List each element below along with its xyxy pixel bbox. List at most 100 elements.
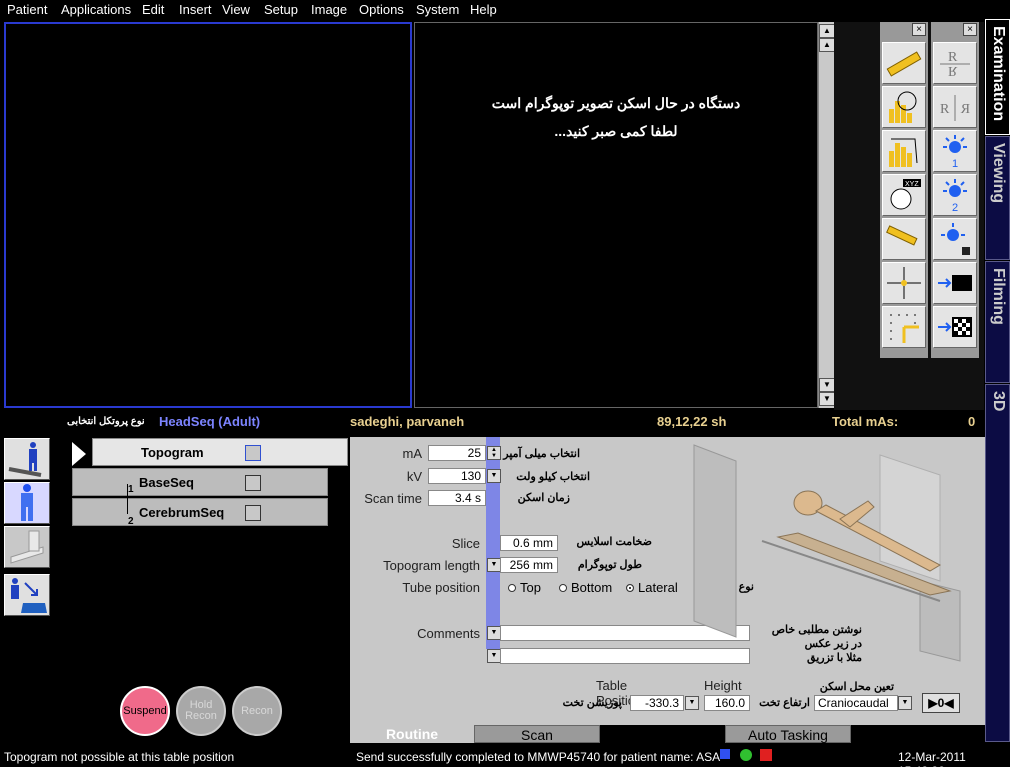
protocol-name-topogram: Topogram [141,445,204,460]
tube-position-label: Tube position [402,580,480,595]
protocol-checkbox-topogram[interactable] [245,445,261,461]
comments-dropdown-button-2[interactable]: ▼ [487,649,501,663]
light-2-icon[interactable]: 2 [933,174,977,216]
ruler-icon[interactable] [882,42,926,84]
patient-table-icon[interactable] [4,438,50,480]
topogram-length-field[interactable]: 256 mm [500,557,558,573]
crosshair-icon[interactable] [882,262,926,304]
table-position-dropdown-button[interactable]: ▼ [685,696,699,710]
menu-patient[interactable]: Patient [7,2,47,17]
scan-message-line2: لطفا کمی صبر کنید... [554,123,678,139]
suspend-button[interactable]: Suspend [120,686,170,736]
tab-filming[interactable]: Filming [985,261,1010,383]
histogram-icon[interactable] [882,130,926,172]
menu-view[interactable]: View [222,2,250,17]
viewer-scrollbar[interactable]: ▲ ▲ ▼ ▼ [818,22,835,408]
comments-dropdown-button-1[interactable]: ▼ [487,626,501,640]
svg-text:R: R [940,102,950,117]
topogram-length-dropdown-button[interactable]: ▼ [487,558,501,572]
scan-direction-dropdown-button[interactable]: ▼ [898,696,912,710]
protocol-number-2: 2 [128,516,134,527]
menu-help[interactable]: Help [470,2,497,17]
protocol-checkbox-cerebrumseq[interactable] [245,505,261,521]
image-viewport-right[interactable]: دستگاه در حال اسکن تصویر توپوگرام است لط… [414,22,818,408]
tab-routine[interactable]: Routine [350,725,474,743]
image-viewport-left[interactable] [4,22,412,408]
tab-examination-label: Examination [990,26,1007,122]
light-1-icon[interactable]: 1 [933,130,977,172]
menu-bar: Patient Applications Edit Insert View Se… [0,0,1010,19]
menu-applications[interactable]: Applications [61,2,131,17]
patient-transfer-icon[interactable] [4,574,50,616]
tab-3d[interactable]: 3D [985,384,1010,742]
scan-direction-farsi-label: تعین محل اسکن [819,681,894,693]
scroll-down-button[interactable]: ▼ [819,378,835,392]
xyz-head-icon[interactable]: XYZ [882,174,926,216]
scan-time-field: 3.4 s [428,490,486,506]
tab-scan[interactable]: Scan [474,725,600,743]
scanner-gantry-icon[interactable] [4,526,50,568]
table-position-field[interactable]: -330.3 [630,695,684,711]
menu-system[interactable]: System [416,2,459,17]
tab-examination[interactable]: Examination [985,19,1010,135]
tube-position-bottom-option[interactable]: Bottom [559,580,612,595]
tab-3d-label: 3D [990,391,1007,412]
scroll-up-button[interactable]: ▲ [819,38,835,52]
radio-unselected-icon [508,584,516,592]
card-tabs: Routine Scan Auto Tasking [350,725,985,743]
protocol-name: HeadSeq (Adult) [159,414,261,429]
tube-position-top-option[interactable]: Top [508,580,541,595]
scan-time-farsi-label: زمان اسکن [517,492,570,504]
tab-filming-label: Filming [990,268,1007,325]
export-grid-icon[interactable] [933,306,977,348]
ma-label: mA [402,446,423,461]
scan-message-line1: دستگاه در حال اسکن تصویر توپوگرام است [491,95,741,111]
status-footer: Topogram not possible at this table posi… [0,746,1010,767]
close-icon[interactable]: × [963,23,977,36]
menu-setup[interactable]: Setup [264,2,298,17]
ma-field[interactable]: 25 [428,445,486,461]
network-status-icon [720,749,730,759]
current-step-arrow-icon [72,442,86,466]
move-table-button[interactable]: ▶0◀ [922,693,960,713]
measure-ruler-icon[interactable] [882,218,926,260]
kv-dropdown-button[interactable]: ▼ [487,469,501,483]
tube-position-lateral-label: Lateral [638,580,678,595]
ma-farsi-label: انتخاب میلی آمپر [503,448,580,460]
patient-id: 89,12,22 sh [657,414,727,429]
scroll-bottom-button[interactable]: ▼ [819,392,835,406]
scan-direction-field[interactable]: Craniocaudal [814,695,898,711]
tab-viewing-label: Viewing [990,143,1007,204]
table-height-farsi-label: ارتفاع تخت [759,697,810,709]
kv-field[interactable]: 130 [428,468,486,484]
protocol-row-topogram[interactable]: Topogram [92,438,348,466]
svg-text:R: R [948,63,958,78]
recon-button[interactable]: Recon [232,686,282,736]
histogram-roi-icon[interactable] [882,86,926,128]
light-save-icon[interactable] [933,218,977,260]
menu-insert[interactable]: Insert [179,2,212,17]
kv-label: kV [406,469,422,484]
menu-options[interactable]: Options [359,2,404,17]
scan-time-label: Scan time [364,491,422,506]
flip-r-vertical-icon[interactable]: RR [933,42,977,84]
tube-position-lateral-option[interactable]: Lateral [626,580,678,595]
tab-viewing[interactable]: Viewing [985,136,1010,260]
protocol-checkbox-baseseq[interactable] [245,475,261,491]
comments-label: Comments [417,626,480,641]
scroll-top-button[interactable]: ▲ [819,24,835,38]
menu-edit[interactable]: Edit [142,2,164,17]
table-height-field[interactable]: 160.0 [704,695,750,711]
export-single-icon[interactable] [933,262,977,304]
menu-image[interactable]: Image [311,2,347,17]
flip-r-horizontal-icon[interactable]: RR [933,86,977,128]
protocol-row-cerebrumseq[interactable]: CerebrumSeq 2 [72,498,328,527]
slice-field[interactable]: 0.6 mm [500,535,558,551]
patient-body-icon[interactable] [4,482,50,524]
close-icon[interactable]: × [912,23,926,36]
hold-recon-button[interactable]: Hold Recon [176,686,226,736]
grid-icon[interactable] [882,306,926,348]
tab-auto-tasking[interactable]: Auto Tasking [725,725,851,743]
ma-stepper[interactable]: ▲ ▼ [487,446,501,460]
protocol-row-baseseq[interactable]: BaseSeq 1 [72,468,328,496]
